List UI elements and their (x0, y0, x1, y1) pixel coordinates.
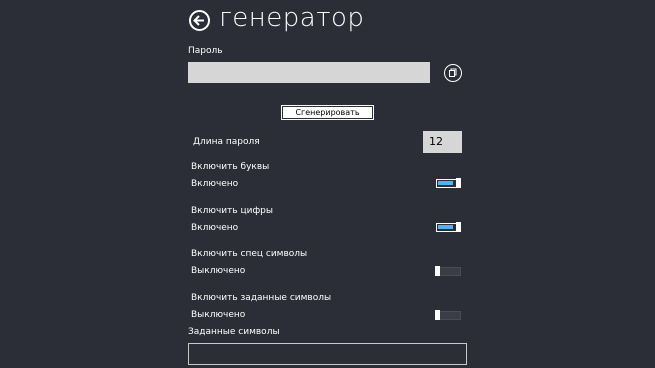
custom-option-label: Включить заданные символы (191, 293, 332, 303)
length-input[interactable]: 12 (423, 131, 462, 153)
length-label: Длина пароля (193, 137, 260, 147)
toggle-fill (438, 181, 453, 185)
digits-toggle[interactable] (436, 222, 461, 232)
letters-toggle[interactable] (436, 178, 461, 188)
custom-symbols-input[interactable] (188, 343, 467, 365)
copy-button[interactable] (444, 64, 462, 82)
page-title: генератор (219, 3, 365, 33)
custom-state-label: Выключено (191, 310, 246, 320)
toggle-thumb (435, 266, 440, 276)
toggle-fill (438, 225, 453, 229)
custom-toggle[interactable] (435, 310, 461, 320)
toggle-thumb (456, 222, 461, 232)
copy-icon (449, 68, 457, 77)
special-toggle[interactable] (435, 266, 461, 276)
special-state-label: Выключено (191, 266, 246, 276)
custom-symbols-label: Заданные символы (188, 327, 280, 337)
letters-option-label: Включить буквы (191, 162, 270, 172)
digits-option-label: Включить цифры (191, 206, 274, 216)
back-button[interactable] (189, 10, 210, 31)
back-arrow-icon (193, 15, 204, 26)
letters-state-label: Включено (191, 179, 239, 189)
password-label: Пароль (188, 46, 223, 56)
generate-button[interactable]: Сгенерировать (281, 105, 374, 120)
special-option-label: Включить спец символы (191, 249, 308, 259)
toggle-thumb (435, 310, 440, 320)
digits-state-label: Включено (191, 223, 239, 233)
toggle-thumb (456, 178, 461, 188)
password-field[interactable] (188, 62, 430, 83)
